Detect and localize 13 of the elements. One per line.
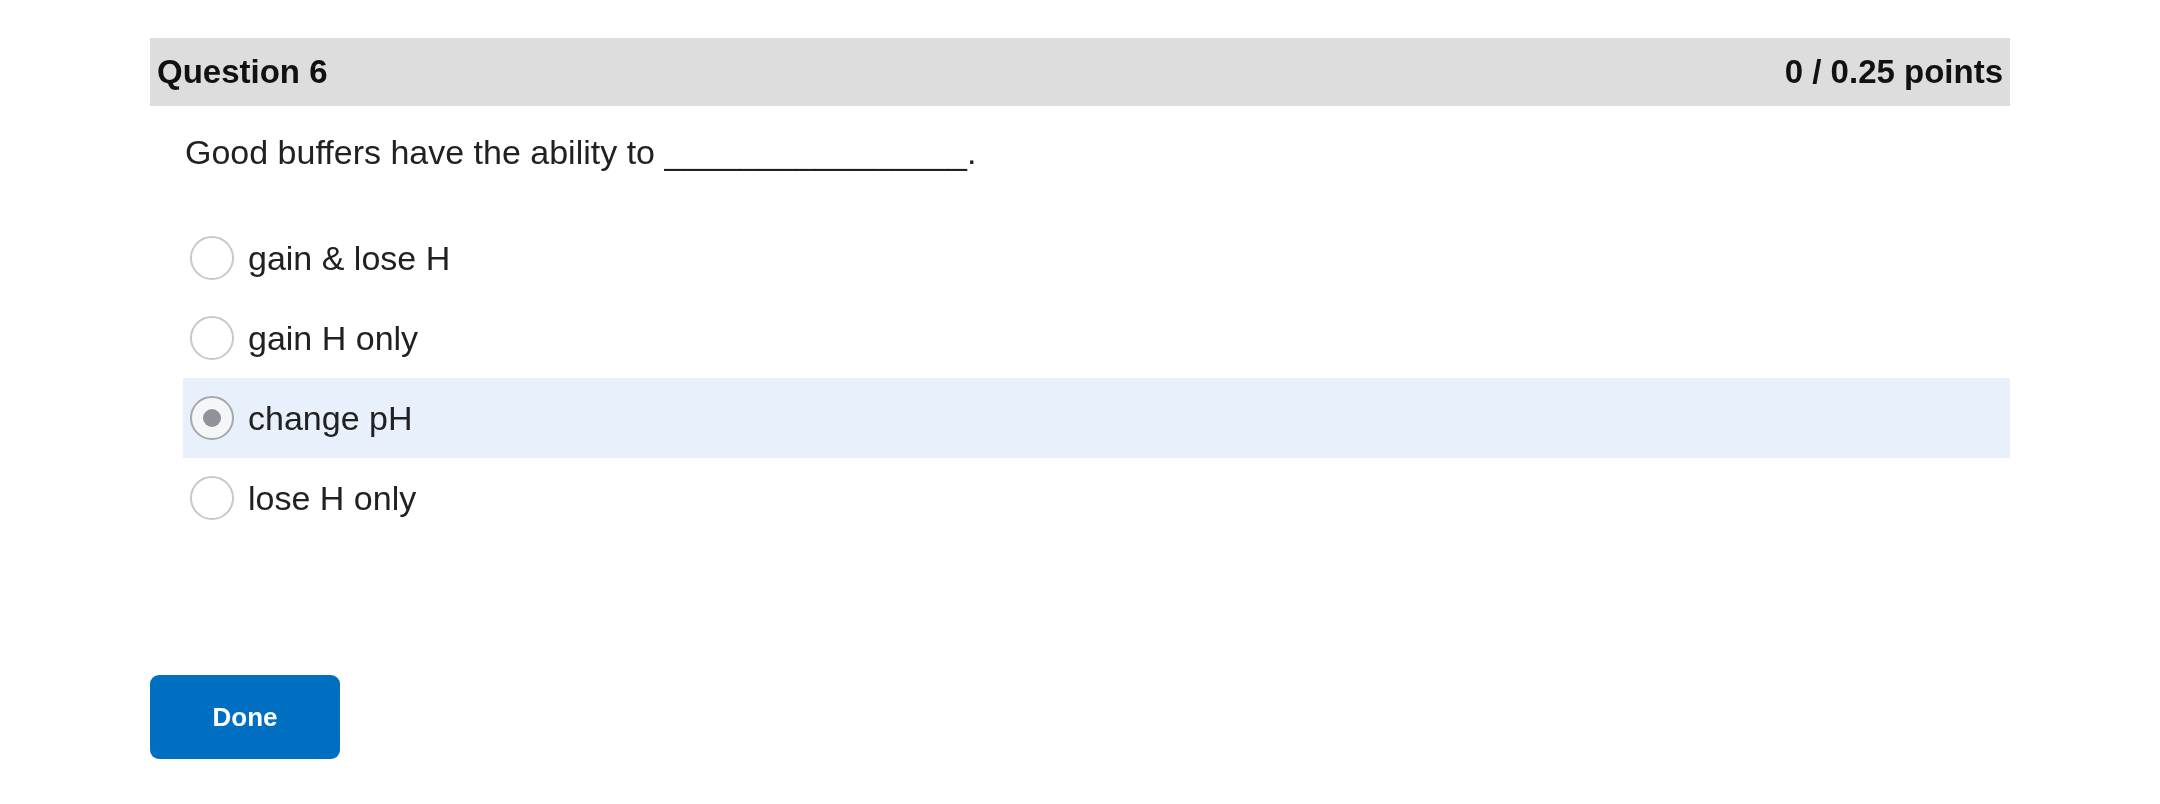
option-label: lose H only [248, 478, 417, 519]
option-label: change pH [248, 398, 413, 439]
option-label: gain & lose H [248, 238, 451, 279]
radio-button[interactable] [190, 396, 234, 440]
radio-button[interactable] [190, 476, 234, 520]
radio-button[interactable] [190, 236, 234, 280]
question-title: Question 6 [157, 53, 328, 91]
selected-answer-row[interactable]: change pH [183, 378, 2010, 458]
option-label: gain H only [248, 318, 419, 359]
radio-button[interactable] [190, 316, 234, 360]
done-button[interactable]: Done [150, 675, 340, 759]
points-score: 0 / 0.25 points [1784, 53, 2003, 91]
question-text: Good buffers have the ability to ________________. [185, 132, 977, 173]
